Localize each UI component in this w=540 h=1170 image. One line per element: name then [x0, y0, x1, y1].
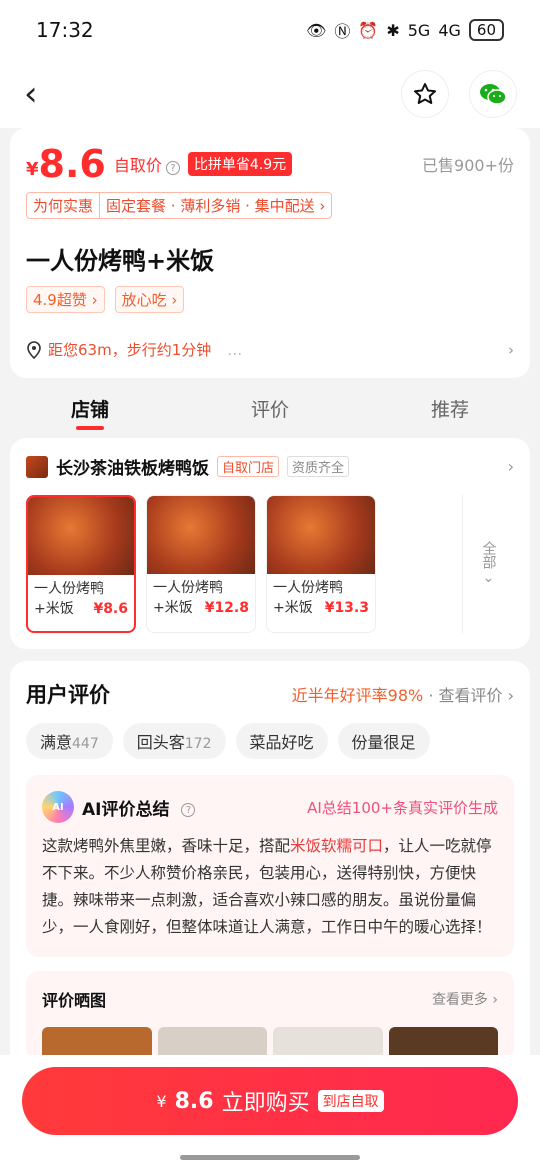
- ai-summary-text: 这款烤鸭外焦里嫩，香味十足，搭配米饭软糯可口，让人一吃就停不下来。不少人称赞价格…: [42, 837, 492, 936]
- pickup-tag: 到店自取: [317, 1090, 384, 1112]
- buy-label: 立即购买: [221, 1091, 310, 1116]
- star-icon: [414, 83, 436, 104]
- shop-card: 长沙茶油铁板烤鸭饭 自取门店 资质齐全 › 一人份烤鸭 +米饭 ¥8.6 一人份烤…: [10, 438, 530, 649]
- tab-recommend[interactable]: 推荐: [431, 395, 469, 422]
- review-chip[interactable]: 份量很足: [337, 723, 430, 759]
- product-item[interactable]: 一人份烤鸭 +米饭 ¥13.3: [266, 495, 376, 633]
- view-all-products-button[interactable]: 全部 ⌄: [462, 495, 514, 633]
- product-name: 一人份烤鸭: [273, 580, 343, 596]
- signal-5g: 5G: [407, 20, 431, 40]
- sold-count: 已售900+份: [422, 156, 514, 175]
- shop-tag-qualified: 资质齐全: [287, 456, 350, 477]
- review-chip[interactable]: 菜品好吃: [235, 723, 328, 759]
- tab-reviews[interactable]: 评价: [251, 395, 289, 422]
- location-row[interactable]: 距您63m，步行约1分钟 … ›: [26, 339, 514, 360]
- product-item[interactable]: 一人份烤鸭 +米饭 ¥8.6: [26, 495, 136, 633]
- location-pin-icon: [27, 340, 41, 359]
- section-tabs: 店铺 评价 推荐: [0, 378, 540, 438]
- status-time: 17:32: [36, 18, 94, 42]
- review-photos-box: 评价晒图 查看更多 ›: [26, 971, 514, 1061]
- product-name: 一人份烤鸭: [34, 581, 104, 597]
- why-text: 固定套餐 · 薄利多销 · 集中配送 ›: [106, 197, 326, 215]
- ai-summary-sub: AI总结100+条真实评价生成: [307, 798, 498, 817]
- battery-icon: 60: [468, 19, 504, 41]
- help-icon[interactable]: ?: [177, 798, 196, 817]
- location-extra: …: [227, 340, 243, 359]
- product-image: [28, 497, 134, 575]
- why-label: 为何实惠: [27, 193, 101, 218]
- review-chip[interactable]: 回头客172: [122, 723, 226, 759]
- product-price: ¥12.8: [204, 600, 249, 616]
- chevron-down-icon: ⌄: [482, 570, 495, 586]
- safe-badge[interactable]: 放心吃 ›: [114, 286, 185, 313]
- review-photos-more[interactable]: 查看更多 ›: [432, 989, 498, 1009]
- bluetooth-icon: ✱: [386, 20, 400, 40]
- shop-logo: [26, 455, 48, 478]
- compare-tag: 比拼单省4.9元: [187, 152, 293, 176]
- product-title: 一人份烤鸭+米饭: [26, 247, 215, 275]
- ai-summary-box: AI AI评价总结 ? AI总结100+条真实评价生成 这款烤鸭外焦里嫩，香味十…: [26, 775, 514, 957]
- status-icons: 👁 Ⓝ ⏰ ✱ 5G 4G 60: [306, 18, 504, 42]
- shop-tag-pickup: 自取门店: [217, 456, 280, 477]
- buy-now-button[interactable]: ¥ 8.6 立即购买 到店自取: [22, 1067, 518, 1135]
- chevron-right-icon: ›: [507, 457, 514, 476]
- alarm-icon: ⏰: [358, 20, 379, 40]
- wechat-share-button[interactable]: [470, 71, 516, 117]
- help-icon: ?: [165, 161, 180, 175]
- reviews-card: 用户评价 近半年好评率98% · 查看评价 › 满意447 回头客172 菜品好…: [10, 661, 530, 1079]
- product-image: [267, 496, 375, 574]
- review-chip[interactable]: 满意447: [26, 723, 113, 759]
- product-list: 一人份烤鸭 +米饭 ¥8.6 一人份烤鸭 +米饭 ¥12.8 一人份烤鸭 +米饭 ¥1…: [26, 495, 514, 633]
- ai-logo-icon: AI: [42, 791, 74, 823]
- product-price: ¥8.6: [93, 601, 128, 617]
- product-info-card: ¥ 8.6 自取价? 比拼单省4.9元 已售900+份 为何实惠 固定套餐 · …: [10, 128, 530, 378]
- top-nav: ‹: [0, 60, 540, 128]
- product-name: 一人份烤鸭: [153, 580, 223, 596]
- ai-summary-title: AI评价总结: [82, 799, 170, 820]
- why-cheap-row[interactable]: 为何实惠 固定套餐 · 薄利多销 · 集中配送 ›: [26, 192, 333, 219]
- product-name-2: +米饭: [153, 600, 193, 616]
- shop-header[interactable]: 长沙茶油铁板烤鸭饭 自取门店 资质齐全 ›: [26, 454, 514, 479]
- pick-price-label[interactable]: 自取价?: [114, 152, 180, 176]
- location-text: 距您63m，步行约1分钟: [48, 341, 212, 359]
- rating-badge[interactable]: 4.9超赞 ›: [26, 286, 105, 313]
- product-price: ¥13.3: [324, 600, 369, 616]
- tab-shop[interactable]: 店铺: [71, 395, 109, 422]
- reviews-title: 用户评价: [26, 683, 110, 707]
- nfc-icon: Ⓝ: [334, 22, 351, 41]
- eye-icon: 👁: [306, 20, 327, 40]
- review-photos-title: 评价晒图: [42, 991, 107, 1010]
- view-all-label: 全部: [480, 541, 497, 569]
- signal-4g: 4G: [438, 20, 461, 40]
- product-image: [147, 496, 255, 574]
- home-indicator[interactable]: [180, 1155, 360, 1160]
- buy-price-symbol: ¥: [156, 1091, 167, 1111]
- favorite-button[interactable]: [402, 71, 448, 117]
- shop-name: 长沙茶油铁板烤鸭饭: [56, 459, 209, 479]
- price-value: 8.6: [38, 142, 106, 186]
- chevron-right-icon: ›: [508, 340, 514, 359]
- review-chips: 满意447 回头客172 菜品好吃 份量很足: [26, 723, 514, 759]
- bottom-bar: ¥ 8.6 立即购买 到店自取: [0, 1055, 540, 1170]
- product-item[interactable]: 一人份烤鸭 +米饭 ¥12.8: [146, 495, 256, 633]
- wechat-icon: [480, 84, 507, 105]
- back-button[interactable]: ‹: [24, 74, 64, 114]
- product-name-2: +米饭: [273, 600, 313, 616]
- product-name-2: +米饭: [34, 601, 74, 617]
- status-bar: 17:32 👁 Ⓝ ⏰ ✱ 5G 4G 60: [0, 0, 540, 60]
- buy-price: 8.6: [174, 1088, 214, 1114]
- good-rate-link[interactable]: 近半年好评率98% · 查看评价 ›: [292, 682, 514, 706]
- price-symbol: ¥: [26, 158, 39, 180]
